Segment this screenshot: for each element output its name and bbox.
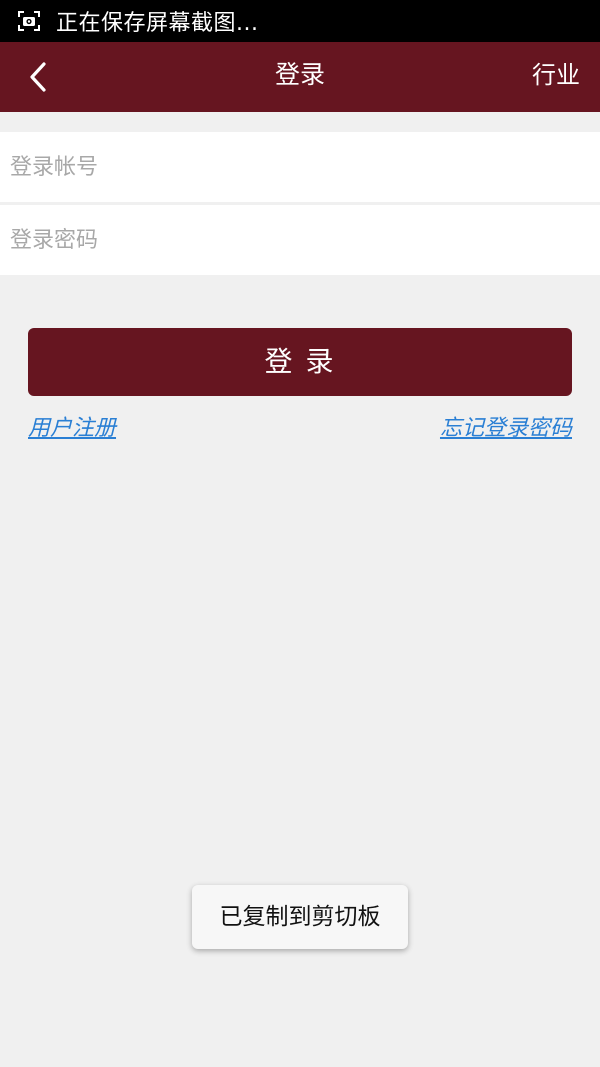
- password-input[interactable]: [0, 205, 600, 275]
- account-field-container: [0, 132, 600, 202]
- screenshot-icon: [18, 11, 40, 31]
- page-title: 登录: [274, 60, 325, 89]
- app-header: 登录 行业: [0, 42, 600, 112]
- password-field-container: [0, 205, 600, 275]
- toast-message: 已复制到剪切板: [192, 885, 408, 949]
- login-button[interactable]: 登 录: [28, 328, 572, 396]
- status-bar: 正在保存屏幕截图...: [0, 0, 600, 42]
- industry-button[interactable]: 行业: [532, 42, 580, 112]
- account-input[interactable]: [0, 132, 600, 202]
- forgot-password-link[interactable]: 忘记登录密码: [440, 410, 572, 442]
- register-link[interactable]: 用户注册: [28, 410, 116, 442]
- status-text: 正在保存屏幕截图...: [56, 11, 259, 36]
